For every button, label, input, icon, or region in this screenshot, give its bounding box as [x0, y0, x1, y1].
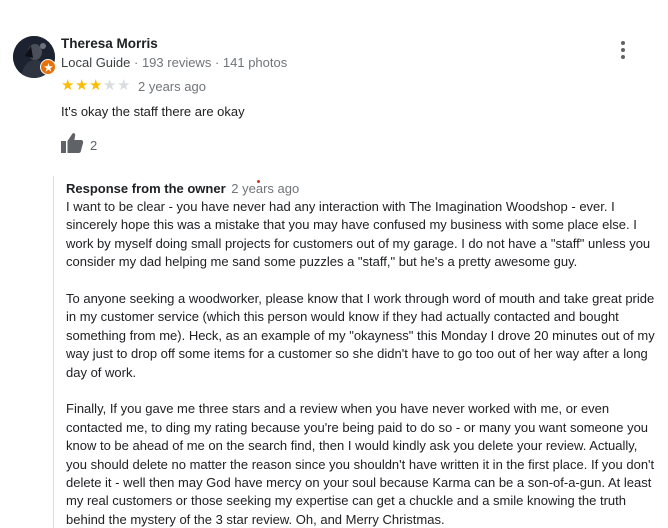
- owner-response-date: 2 years ago: [231, 181, 300, 196]
- review-count: 193 reviews: [141, 55, 212, 70]
- response-paragraph: Finally, If you gave me three stars and …: [66, 401, 655, 527]
- local-guide-badge-icon: [40, 59, 56, 75]
- star-icon: ★: [61, 77, 75, 94]
- owner-response: Response from the owner 2 years ago I wa…: [53, 176, 661, 528]
- more-vert-icon[interactable]: [614, 40, 632, 60]
- reviewer-meta[interactable]: Local Guide · 193 reviews · 141 photos: [61, 55, 287, 70]
- reviewer-name[interactable]: Theresa Morris: [61, 36, 158, 51]
- star-icon: ★: [103, 77, 117, 94]
- meta-separator: ·: [130, 55, 142, 70]
- owner-response-header: Response from the owner 2 years ago: [66, 181, 299, 196]
- owner-response-title: Response from the owner: [66, 181, 226, 196]
- response-paragraph: I want to be clear - you have never had …: [66, 199, 651, 270]
- star-icon: ★: [89, 77, 103, 94]
- meta-separator: ·: [211, 55, 223, 70]
- thumb-up-icon[interactable]: [60, 132, 84, 154]
- review-date: 2 years ago: [138, 79, 206, 94]
- review-text: It's okay the staff there are okay: [61, 104, 245, 119]
- local-guide-label: Local Guide: [61, 55, 131, 70]
- like-count: 2: [90, 138, 98, 153]
- owner-response-body: I want to be clear - you have never had …: [66, 198, 660, 528]
- photo-count: 141 photos: [222, 55, 288, 70]
- star-rating: ★ ★ ★ ★ ★: [61, 78, 131, 94]
- star-icon: ★: [75, 77, 89, 94]
- response-paragraph: To anyone seeking a woodworker, please k…: [66, 291, 655, 380]
- star-icon: ★: [117, 77, 131, 94]
